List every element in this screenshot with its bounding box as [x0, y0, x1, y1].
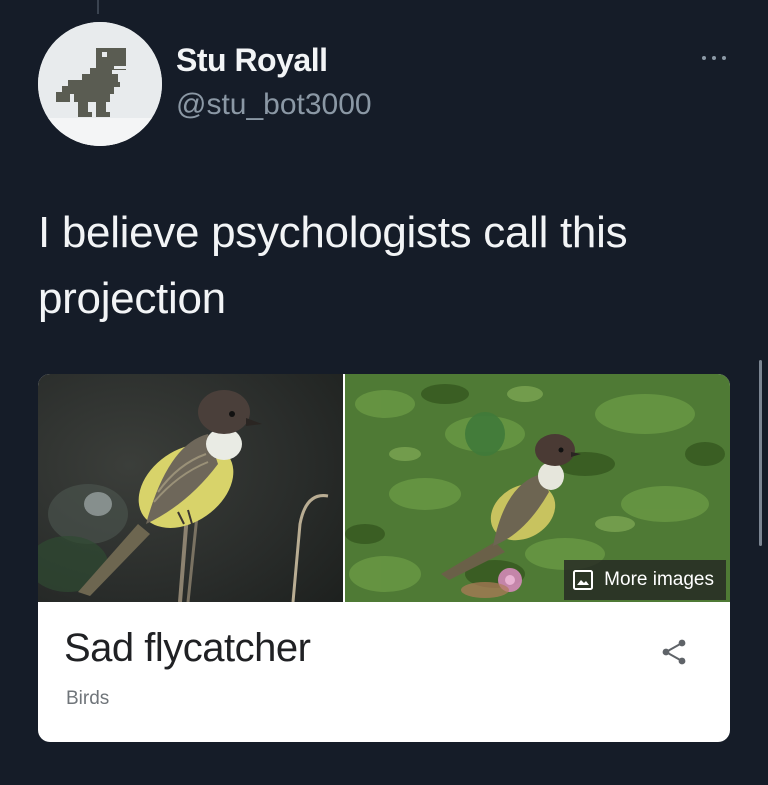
thread-connector-line	[97, 0, 99, 14]
bird-photo-grass[interactable]: More images	[345, 374, 730, 602]
knowledge-panel-card[interactable]: More images Sad flycatcher Birds	[38, 374, 730, 742]
scrollbar-thumb[interactable]	[759, 360, 762, 546]
bird-photo-perched[interactable]	[38, 374, 343, 602]
more-images-button[interactable]: More images	[564, 560, 726, 600]
tweet-text: I believe psychologists call this projec…	[38, 200, 728, 332]
more-horizontal-icon[interactable]	[700, 48, 730, 68]
avatar[interactable]	[38, 22, 162, 146]
image-icon	[573, 570, 594, 590]
tweet-text-line: I believe psychologists call this	[38, 208, 628, 257]
tweet-text-line: projection	[38, 274, 226, 323]
card-title[interactable]: Sad flycatcher	[64, 626, 311, 671]
author-handle[interactable]: @stu_bot3000	[176, 88, 372, 122]
card-subtitle: Birds	[66, 688, 110, 709]
more-images-label: More images	[604, 569, 714, 590]
share-icon[interactable]	[658, 636, 690, 668]
author-display-name[interactable]: Stu Royall	[176, 42, 328, 79]
